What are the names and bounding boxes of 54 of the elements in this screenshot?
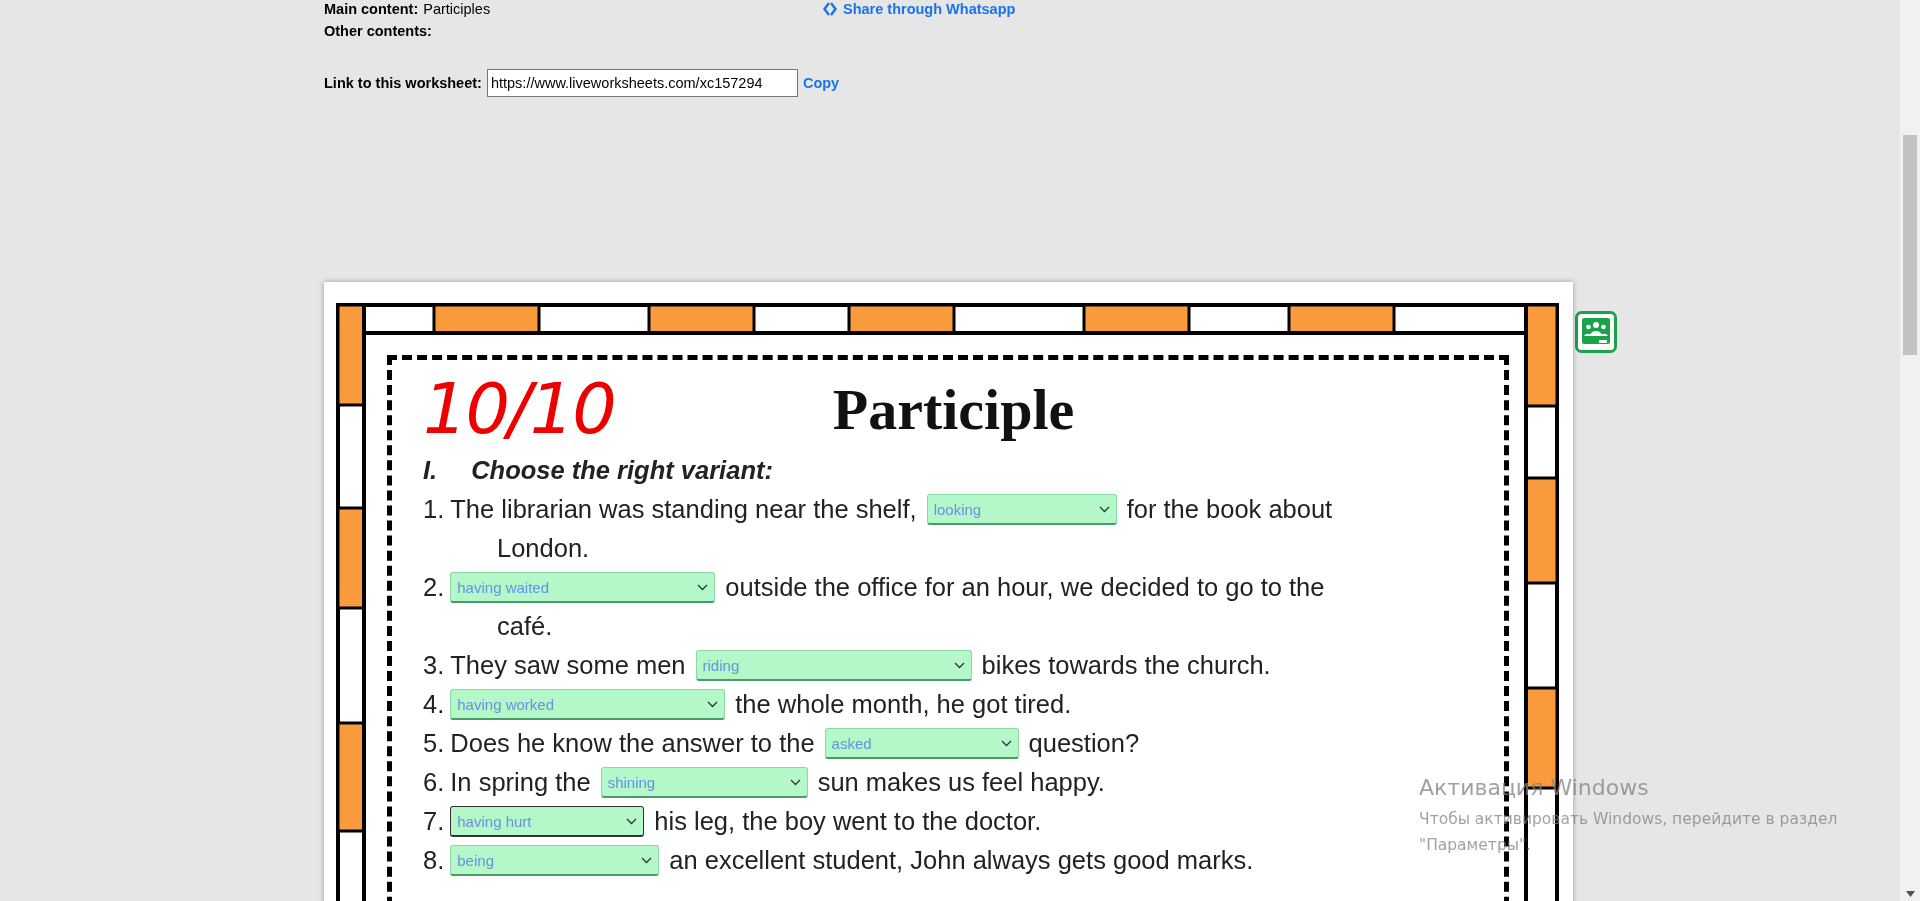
section-title: Choose the right variant:	[471, 455, 773, 485]
chevron-down-icon	[641, 856, 653, 864]
sentence-text: question?	[1028, 729, 1140, 758]
score-text: 10/10	[423, 374, 615, 444]
sentence-text: café.	[497, 612, 553, 641]
sentence-text: Does he know the answer to the	[450, 729, 815, 758]
answer-dropdown[interactable]: shining	[600, 767, 808, 798]
item-number: 8.	[423, 846, 445, 875]
sentence-text: the whole month, he got tired.	[735, 690, 1072, 719]
chevron-down-icon	[626, 817, 638, 825]
copy-link[interactable]: Copy	[802, 75, 840, 91]
chevron-down-icon	[1000, 739, 1012, 747]
sentence-text: In spring the	[450, 768, 591, 797]
item-number: 2.	[423, 573, 445, 602]
chevron-down-icon	[697, 583, 709, 591]
answer-dropdown[interactable]: riding	[695, 650, 972, 681]
answer-dropdown[interactable]: being	[450, 845, 660, 876]
code-brackets-icon	[823, 1, 837, 17]
answer-dropdown[interactable]: looking	[926, 494, 1117, 525]
chevron-down-icon	[789, 778, 801, 786]
chevron-down-icon	[707, 700, 719, 708]
field-label: Main content:	[324, 1, 419, 17]
sentence-text: outside the office for an hour, we decided to go to the	[725, 573, 1325, 602]
answer-dropdown[interactable]: asked	[824, 728, 1019, 759]
sentence-text: his leg, the boy went to the doctor.	[654, 807, 1042, 836]
sentence-text: for the book about	[1126, 495, 1333, 524]
section-number: I.	[423, 455, 438, 485]
share-link[interactable]: Share through Whatsapp	[823, 1, 1016, 17]
sentence-text: sun makes us feel happy.	[817, 768, 1105, 797]
scrollbar[interactable]	[1900, 0, 1920, 901]
item-number: 6.	[423, 768, 445, 797]
sentence-text: The librarian was standing near the shelf,	[450, 495, 917, 524]
chevron-down-icon	[1098, 505, 1110, 513]
item-number: 5.	[423, 729, 445, 758]
sentence-text: bikes towards the church.	[981, 651, 1271, 680]
item-number: 3.	[423, 651, 445, 680]
link-field[interactable]: https://www.liveworksheets.com/xc157294	[486, 69, 798, 97]
answer-dropdown[interactable]: having waited	[450, 572, 716, 603]
classroom-icon[interactable]	[1575, 311, 1617, 353]
worksheet-title: Participle	[832, 375, 1075, 443]
field-label: Other contents:	[324, 23, 432, 39]
chevron-down-icon	[953, 661, 965, 669]
item-number: 7.	[423, 807, 445, 836]
sentence-text: an excellent student, John always gets good marks.	[669, 846, 1254, 875]
item-number: 1.	[423, 495, 445, 524]
field-label: Link to this worksheet:	[324, 75, 482, 91]
sentence-text: They saw some men	[450, 651, 686, 680]
scroll-down-icon[interactable]	[1905, 891, 1915, 897]
field-value: Participles	[423, 1, 491, 17]
answer-dropdown[interactable]: having hurt	[450, 806, 645, 837]
scroll-thumb[interactable]	[1903, 135, 1917, 355]
item-number: 4.	[423, 690, 445, 719]
sentence-text: London.	[497, 534, 590, 563]
answer-dropdown[interactable]: having worked	[450, 689, 726, 720]
